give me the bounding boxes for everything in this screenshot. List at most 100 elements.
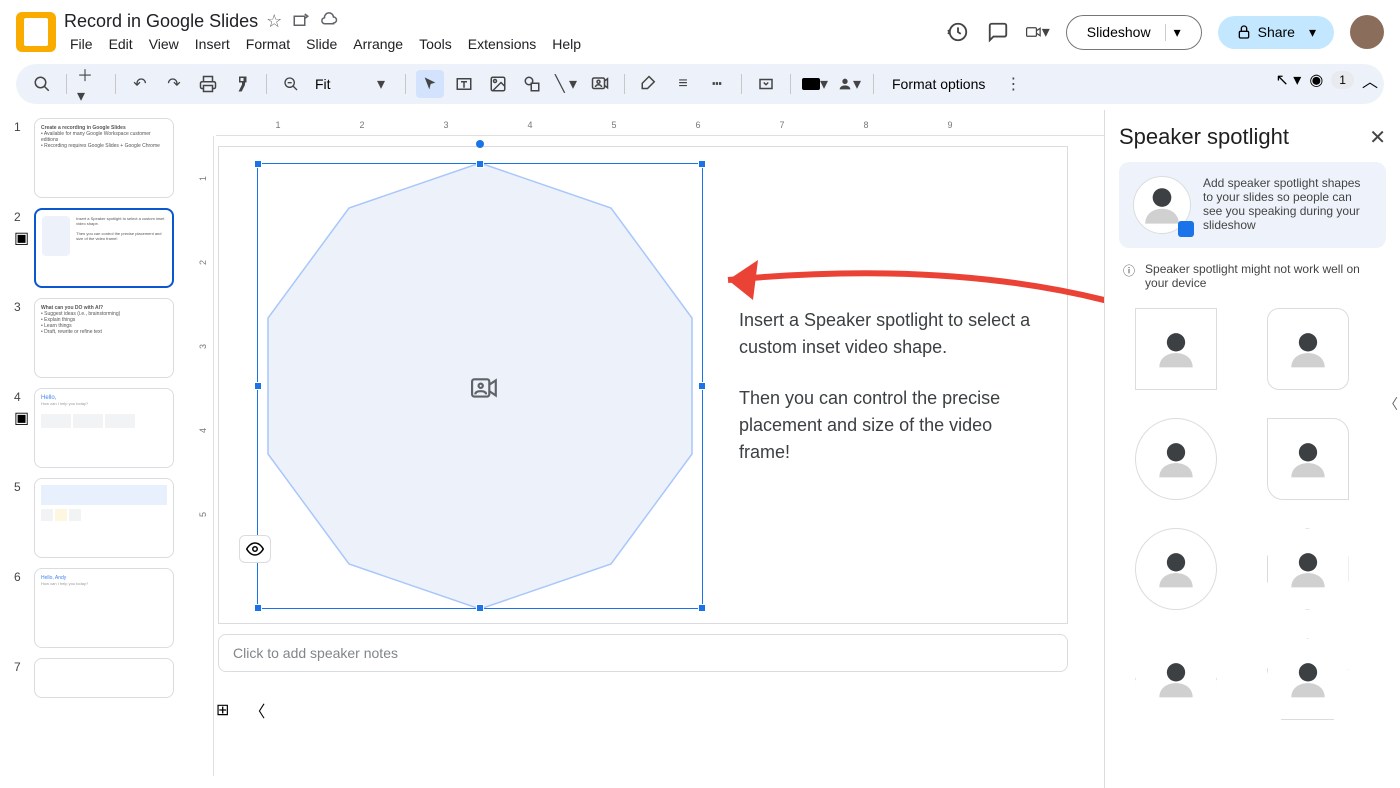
- redo-icon[interactable]: ↷: [160, 70, 188, 98]
- resize-handle[interactable]: [476, 160, 484, 168]
- textbox-icon[interactable]: [450, 70, 478, 98]
- shape-hexagon[interactable]: [1135, 638, 1217, 720]
- share-button[interactable]: Share▾: [1218, 16, 1334, 49]
- shape-circle[interactable]: [1135, 418, 1217, 500]
- new-slide-icon[interactable]: ＋ ▾: [77, 70, 105, 98]
- print-icon[interactable]: [194, 70, 222, 98]
- slideshow-button[interactable]: Slideshow▾: [1066, 15, 1202, 50]
- slide-number: 1: [14, 118, 28, 134]
- menu-tools[interactable]: Tools: [413, 34, 458, 54]
- line-icon[interactable]: ╲ ▾: [552, 70, 580, 98]
- canvas-area: 123456789 12345 Insert a Speaker spotlig…: [198, 110, 1104, 788]
- resize-handle[interactable]: [698, 382, 706, 390]
- menu-arrange[interactable]: Arrange: [347, 34, 409, 54]
- menu-format[interactable]: Format: [240, 34, 296, 54]
- shape-leaf[interactable]: [1267, 418, 1349, 500]
- spotlight-indicator-icon: ▣: [14, 228, 28, 248]
- format-options-button[interactable]: Format options: [884, 76, 993, 92]
- document-title[interactable]: Record in Google Slides: [64, 11, 258, 32]
- collapse-filmstrip-icon[interactable]: 〈: [249, 698, 265, 722]
- shape-decagon[interactable]: Decagon: [1267, 528, 1349, 610]
- slide-thumbnail[interactable]: Hello, AndyHow can I help you today?: [34, 568, 174, 648]
- history-icon[interactable]: [946, 20, 970, 44]
- pointer-icon[interactable]: ↖ ▾: [1275, 70, 1301, 90]
- shape-icon[interactable]: [518, 70, 546, 98]
- slide-thumbnail[interactable]: Insert a Speaker spotlight to select a c…: [34, 208, 174, 288]
- cloud-icon[interactable]: [320, 11, 338, 32]
- search-icon[interactable]: [28, 70, 56, 98]
- speaker-spotlight-panel: Speaker spotlight ✕ Add speaker spotligh…: [1104, 110, 1400, 788]
- record-icon[interactable]: ▾: [1026, 20, 1050, 44]
- fill-color-icon[interactable]: ▾: [801, 70, 829, 98]
- border-dash-icon[interactable]: ┅: [703, 70, 731, 98]
- resize-handle[interactable]: [476, 604, 484, 612]
- spotlight-indicator-icon: ▣: [14, 408, 28, 428]
- slide-number: 4: [14, 388, 28, 404]
- zoom-out-icon[interactable]: [277, 70, 305, 98]
- shape-pentagon[interactable]: [1267, 638, 1349, 720]
- selection-box[interactable]: [257, 163, 703, 609]
- menu-bar: File Edit View Insert Format Slide Arran…: [64, 34, 946, 54]
- shape-oval[interactable]: [1135, 528, 1217, 610]
- grid-view-icon[interactable]: ⊞: [216, 700, 229, 720]
- crop-icon[interactable]: [752, 70, 780, 98]
- slide-thumbnail[interactable]: Hello,How can I help you today?: [34, 388, 174, 468]
- vertical-ruler: 12345: [198, 136, 214, 776]
- resize-handle[interactable]: [254, 604, 262, 612]
- comment-icon[interactable]: [986, 20, 1010, 44]
- select-tool[interactable]: [416, 70, 444, 98]
- border-color-icon[interactable]: [635, 70, 663, 98]
- paint-format-icon[interactable]: [228, 70, 256, 98]
- zoom-dropdown-icon[interactable]: ▾: [367, 70, 395, 98]
- slide-number: 7: [14, 658, 28, 674]
- menu-help[interactable]: Help: [546, 34, 587, 54]
- presence-icon[interactable]: ◉: [1309, 70, 1323, 90]
- panel-title: Speaker spotlight: [1119, 124, 1289, 150]
- rotation-handle[interactable]: [476, 140, 484, 148]
- slide-number: 6: [14, 568, 28, 584]
- shape-square[interactable]: [1135, 308, 1217, 390]
- mask-icon[interactable]: ▾: [835, 70, 863, 98]
- zoom-level[interactable]: Fit: [311, 76, 361, 92]
- move-icon[interactable]: [292, 11, 310, 32]
- resize-handle[interactable]: [254, 160, 262, 168]
- speaker-notes[interactable]: Click to add speaker notes: [218, 634, 1068, 672]
- slide-thumbnail[interactable]: Create a recording in Google Slides• Ava…: [34, 118, 174, 198]
- slide-thumbnail[interactable]: What can you DO with AI?• Suggest ideas …: [34, 298, 174, 378]
- star-icon[interactable]: ☆: [266, 11, 282, 32]
- menu-file[interactable]: File: [64, 34, 99, 54]
- panel-info-banner: Add speaker spotlight shapes to your sli…: [1119, 162, 1386, 248]
- resize-handle[interactable]: [698, 604, 706, 612]
- menu-insert[interactable]: Insert: [189, 34, 236, 54]
- user-avatar[interactable]: [1350, 15, 1384, 49]
- slide-number: 3: [14, 298, 28, 314]
- undo-icon[interactable]: ↶: [126, 70, 154, 98]
- slide-canvas[interactable]: Insert a Speaker spotlight to select a c…: [218, 146, 1068, 624]
- expand-side-icon[interactable]: 〈: [1384, 394, 1398, 414]
- panel-warning: ⓘ Speaker spotlight might not work well …: [1119, 262, 1386, 290]
- slide-thumbnail[interactable]: [34, 658, 174, 698]
- resize-handle[interactable]: [254, 382, 262, 390]
- slide-number: 5: [14, 478, 28, 494]
- resize-handle[interactable]: [698, 160, 706, 168]
- horizontal-ruler: 123456789: [216, 120, 1104, 136]
- close-icon[interactable]: ✕: [1369, 125, 1386, 150]
- menu-slide[interactable]: Slide: [300, 34, 343, 54]
- toolbar: ＋ ▾ ↶ ↷ Fit ▾ ╲ ▾ ≡ ┅ ▾ ▾ Format options…: [16, 64, 1384, 104]
- menu-view[interactable]: View: [143, 34, 185, 54]
- menu-extensions[interactable]: Extensions: [462, 34, 542, 54]
- slides-logo: [16, 12, 56, 52]
- slide-thumbnail[interactable]: [34, 478, 174, 558]
- collab-count: 1: [1331, 71, 1354, 89]
- visibility-toggle[interactable]: [239, 535, 271, 563]
- info-icon: ⓘ: [1123, 262, 1135, 290]
- image-icon[interactable]: [484, 70, 512, 98]
- speaker-spotlight-icon[interactable]: [586, 70, 614, 98]
- border-weight-icon[interactable]: ≡: [669, 70, 697, 98]
- menu-edit[interactable]: Edit: [103, 34, 139, 54]
- avatar-illustration: [1133, 176, 1191, 234]
- slide-body-text: Insert a Speaker spotlight to select a c…: [739, 307, 1039, 490]
- more-icon[interactable]: ⋮: [999, 70, 1027, 98]
- collapse-icon[interactable]: ︿: [1362, 68, 1378, 92]
- shape-rounded[interactable]: [1267, 308, 1349, 390]
